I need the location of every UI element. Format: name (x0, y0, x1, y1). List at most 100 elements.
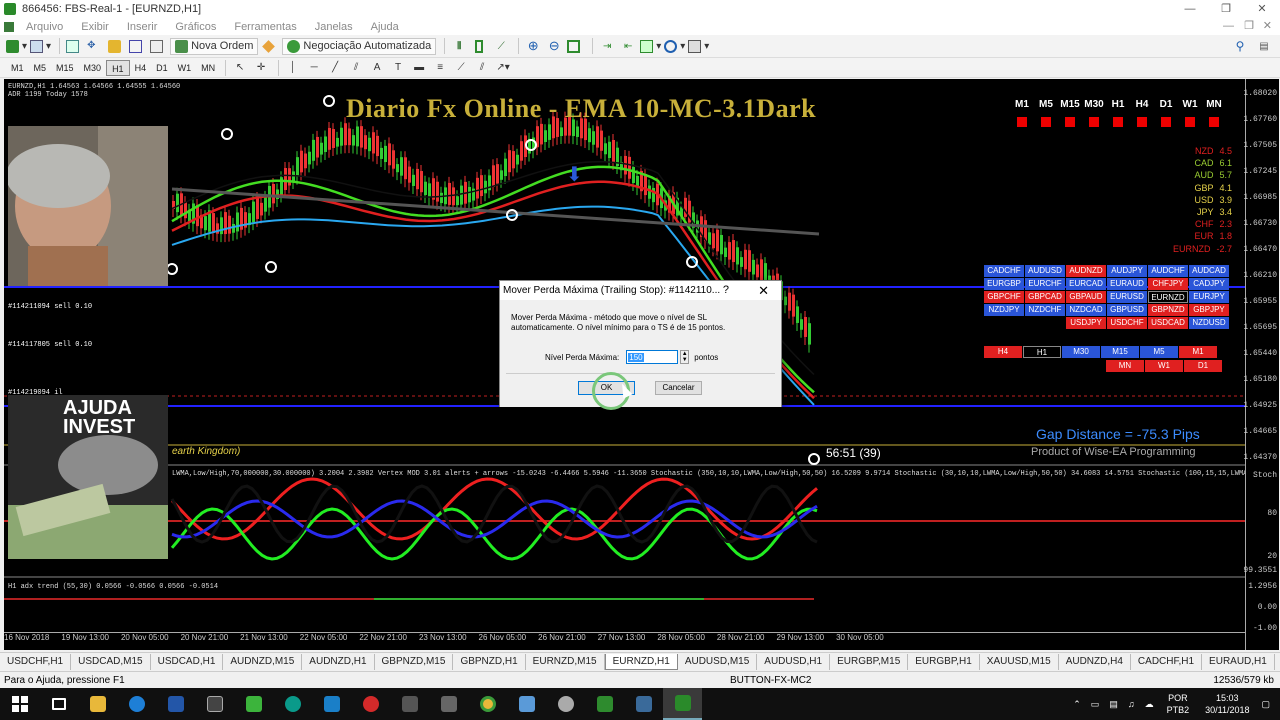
battery-icon[interactable]: ▭ (1091, 699, 1100, 710)
pair-button[interactable]: AUDJPY (1107, 265, 1147, 277)
app-icon[interactable] (273, 688, 312, 720)
pair-button[interactable]: AUDCAD (1189, 265, 1229, 277)
arrows-icon[interactable]: ↗▾ (494, 59, 512, 76)
pair-button[interactable]: GBPJPY (1189, 304, 1229, 316)
pair-button[interactable]: EURJPY (1189, 291, 1229, 303)
pair-button[interactable]: USDCHF (1107, 317, 1147, 329)
tf-h1[interactable]: H1 (106, 59, 130, 76)
pair-button[interactable]: NZDCHF (1025, 304, 1065, 316)
cursor-icon[interactable]: ↖ (231, 59, 249, 76)
periods-icon[interactable]: ▾ (664, 38, 685, 55)
text-icon[interactable]: A (368, 59, 386, 76)
chart-tab[interactable]: CADCHF,H1 (1131, 653, 1203, 670)
pair-button[interactable]: CADCHF (984, 265, 1024, 277)
dialog-help-button[interactable]: ? (723, 281, 729, 300)
templates-icon[interactable]: ▾ (688, 38, 709, 55)
trailing-level-input[interactable]: 150 (626, 350, 679, 364)
tf-switch-button[interactable]: M15 (1101, 346, 1139, 358)
calculator-icon[interactable] (429, 688, 468, 720)
chart-tab[interactable]: GBPNZD,M15 (375, 653, 454, 670)
tf-switch-button[interactable]: M5 (1140, 346, 1178, 358)
zoom-out-icon[interactable]: ⊖ (545, 38, 563, 55)
trailing-level-spinner[interactable]: ▲ ▼ (680, 350, 690, 364)
tf-m5[interactable]: M5 (29, 60, 52, 76)
order-label[interactable]: #114211094 sell 0.10 (8, 303, 92, 311)
chart-tab[interactable]: EURGBP,M15 (830, 653, 909, 670)
tray-chevron-icon[interactable]: ⌃ (1073, 699, 1081, 710)
pair-button[interactable]: EURUSD (1107, 291, 1147, 303)
app-icon[interactable] (624, 688, 663, 720)
pair-button[interactable]: EURGBP (984, 278, 1024, 290)
app-icon[interactable] (234, 688, 273, 720)
menu-exibir[interactable]: Exibir (72, 21, 118, 33)
chart-tab[interactable]: EURAUD,H1 (1202, 653, 1275, 670)
tf-w1[interactable]: W1 (173, 60, 197, 76)
cancel-button[interactable]: Cancelar (655, 381, 702, 395)
bar-chart-icon[interactable]: ⫴ (450, 38, 468, 55)
clock[interactable]: 15:03 30/11/2018 (1205, 692, 1249, 716)
volume-icon[interactable]: ♫ (1128, 699, 1135, 709)
crosshair-icon[interactable]: ✛ (252, 59, 270, 76)
gann-icon[interactable]: ⟋ (452, 59, 470, 76)
market-watch-icon[interactable] (65, 38, 83, 55)
pair-button[interactable]: EURCHF (1025, 278, 1065, 290)
tf-mn[interactable]: MN (196, 60, 220, 76)
pair-button[interactable]: AUDUSD (1025, 265, 1065, 277)
app-icon[interactable] (546, 688, 585, 720)
opera-icon[interactable] (351, 688, 390, 720)
maximize-button[interactable]: ❐ (1208, 0, 1244, 18)
line-chart-icon[interactable]: ⟋ (492, 38, 510, 55)
tf-switch-button[interactable]: W1 (1145, 360, 1183, 372)
chart-tab[interactable]: USDCAD,M15 (71, 653, 151, 670)
tf-switch-button[interactable]: D1 (1184, 360, 1222, 372)
language-indicator[interactable]: POR PTB2 (1167, 692, 1190, 716)
app-icon[interactable] (390, 688, 429, 720)
tf-switch-button[interactable]: H1 (1023, 346, 1061, 358)
order-label[interactable]: #114219094 il (8, 389, 63, 397)
chart-tab[interactable]: USDCHF,H1 (0, 653, 72, 670)
pair-button[interactable]: NZDJPY (984, 304, 1024, 316)
menu-janelas[interactable]: Janelas (306, 21, 362, 33)
new-chart-icon[interactable]: ▾ (6, 38, 27, 55)
pair-button[interactable]: AUDNZD (1066, 265, 1106, 277)
menu-arquivo[interactable]: Arquivo (17, 21, 72, 33)
search-icon[interactable]: ⚲ (1231, 38, 1249, 55)
tf-m1[interactable]: M1 (6, 60, 29, 76)
pair-button[interactable]: NZDCAD (1066, 304, 1106, 316)
start-icon[interactable] (0, 688, 39, 720)
pair-button[interactable]: USDCAD (1148, 317, 1188, 329)
fibonacci-icon[interactable]: ≡ (431, 59, 449, 76)
order-label[interactable]: #114117805 sell 0.10 (8, 341, 92, 349)
menu-ferramentas[interactable]: Ferramentas (225, 21, 305, 33)
chat-icon[interactable]: ▤ (1255, 38, 1273, 55)
cloud-icon[interactable]: ☁ (1145, 699, 1154, 710)
chrome-icon[interactable] (468, 688, 507, 720)
vertical-line-icon[interactable]: │ (284, 59, 302, 76)
chart-tab[interactable]: GBPNZD,H1 (453, 653, 526, 670)
pair-button[interactable]: CHFJPY (1148, 278, 1188, 290)
chart-tab[interactable]: AUDNZD,H1 (302, 653, 375, 670)
pair-button[interactable]: NZDUSD (1189, 317, 1229, 329)
zoom-in-icon[interactable]: ⊕ (524, 38, 542, 55)
edge-icon[interactable] (117, 688, 156, 720)
chart-tab[interactable]: AUDUSD,M15 (678, 653, 758, 670)
tf-switch-button[interactable]: M1 (1179, 346, 1217, 358)
child-restore-icon[interactable]: ❐ (1244, 18, 1254, 35)
tf-m15[interactable]: M15 (51, 60, 79, 76)
chart-tab[interactable]: USDCAD,H1 (151, 653, 224, 670)
file-explorer-icon[interactable] (78, 688, 117, 720)
navigator-icon[interactable] (107, 38, 125, 55)
autoscroll-icon[interactable]: ⇥ (598, 38, 616, 55)
chart-tab[interactable]: XAUUSD,M15 (980, 653, 1059, 670)
price-axis[interactable]: 1.68020 1.67760 1.67505 1.67245 1.66985 1.667… (1243, 79, 1279, 650)
pair-button[interactable]: GBPUSD (1107, 304, 1147, 316)
pair-button[interactable]: EURCAD (1066, 278, 1106, 290)
app-icon[interactable] (312, 688, 351, 720)
horizontal-line-icon[interactable]: ─ (305, 59, 323, 76)
pair-button[interactable]: AUDCHF (1148, 265, 1188, 277)
menu-ajuda[interactable]: Ajuda (362, 21, 408, 33)
tf-switch-button[interactable]: MN (1106, 360, 1144, 372)
andrews-icon[interactable]: ⫽ (473, 59, 491, 76)
tf-h4[interactable]: H4 (130, 60, 152, 76)
network-icon[interactable]: ▤ (1109, 699, 1118, 710)
